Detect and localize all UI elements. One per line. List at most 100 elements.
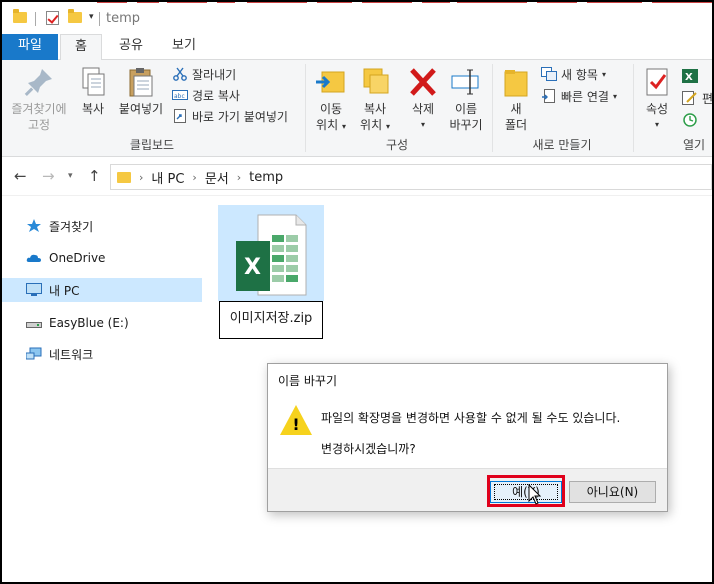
no-button[interactable]: 아니요(N) xyxy=(569,481,656,503)
svg-text:X: X xyxy=(685,72,693,83)
new-item-label: 새 항목 xyxy=(561,67,598,82)
nav-label: 즐겨찾기 xyxy=(49,219,94,234)
file-name-label[interactable]: 이미지저장.zip xyxy=(219,301,323,339)
file-item[interactable]: X 이미지저장.zip xyxy=(218,205,324,339)
back-button[interactable]: ← xyxy=(14,167,27,185)
nav-label: 내 PC xyxy=(49,283,80,298)
chevron-right-icon: › xyxy=(236,170,242,184)
rename-label-2: 바꾸기 xyxy=(449,118,483,132)
scissors-icon xyxy=(172,67,188,81)
folder-icon xyxy=(499,66,533,98)
ribbon: 즐겨찾기에 고정 복사 붙여넣기 잘라내기 abc 경로 복사 바로 가기 붙여… xyxy=(2,60,713,157)
clipboard-group-label: 클립보드 xyxy=(129,138,175,152)
chevron-down-icon: ▾ xyxy=(601,69,606,79)
new-item-icon xyxy=(541,67,557,81)
paste-shortcut-icon xyxy=(172,109,188,123)
divider xyxy=(99,12,100,26)
dialog-footer: 예(Y) 아니요(N) xyxy=(268,468,667,511)
new-folder-button[interactable]: 새 폴더 xyxy=(498,66,534,133)
paste-shortcut-button[interactable]: 바로 가기 붙여넣기 xyxy=(172,106,288,126)
chevron-right-icon: › xyxy=(139,170,144,184)
cut-button[interactable]: 잘라내기 xyxy=(172,64,236,84)
tab-file[interactable]: 파일 xyxy=(2,34,58,60)
dialog-title: 이름 바꾸기 xyxy=(278,374,338,388)
open-excel-icon[interactable]: X xyxy=(682,66,702,86)
nav-label: 네트워크 xyxy=(49,347,94,362)
nav-item-this-pc[interactable]: 내 PC xyxy=(2,278,202,302)
copy-button[interactable]: 복사 xyxy=(76,66,110,117)
paste-shortcut-label: 바로 가기 붙여넣기 xyxy=(192,109,288,124)
cloud-icon xyxy=(26,251,42,265)
forward-button[interactable]: → xyxy=(42,167,55,185)
delete-label: 삭제 xyxy=(411,102,435,116)
paste-button[interactable]: 붙여넣기 xyxy=(114,66,168,117)
customize-quick-access-icon[interactable]: ▾ xyxy=(89,12,94,22)
rename-button[interactable]: 이름 바꾸기 xyxy=(446,66,486,133)
rename-icon xyxy=(449,66,483,98)
edit-button[interactable]: 편 xyxy=(682,88,713,108)
nav-item-drive-e[interactable]: EasyBlue (E:) xyxy=(2,311,202,335)
tab-share[interactable]: 공유 xyxy=(105,34,157,60)
properties-button[interactable]: 속성 ▾ xyxy=(638,66,676,133)
new-item-button[interactable]: 새 항목 ▾ xyxy=(541,64,606,84)
edit-label-partial: 편 xyxy=(702,91,714,106)
recent-locations-chevron-icon[interactable]: ▾ xyxy=(68,171,73,181)
new-folder-label-2: 폴더 xyxy=(504,118,528,132)
move-to-label-2: 위치 ▾ xyxy=(316,118,346,132)
properties-icon xyxy=(640,66,674,98)
easy-access-label: 빠른 연결 xyxy=(561,89,609,104)
copy-to-button[interactable]: 복사 위치 ▾ xyxy=(354,66,396,135)
delete-button[interactable]: 삭제 ▾ xyxy=(404,66,442,133)
copy-icon xyxy=(76,66,110,98)
move-to-button[interactable]: 이동 위치 ▾ xyxy=(310,66,352,135)
copy-path-button[interactable]: abc 경로 복사 xyxy=(172,85,240,105)
no-button-label: 아니요(N) xyxy=(586,485,639,499)
copy-to-label-1: 복사 xyxy=(363,102,387,116)
properties-quick-icon[interactable] xyxy=(46,11,59,25)
svg-text:abc: abc xyxy=(174,93,185,100)
rename-warning-dialog: 이름 바꾸기 ! 파일의 확장명을 변경하면 사용할 수 없게 될 수도 있습니… xyxy=(267,363,668,512)
breadcrumb-this-pc[interactable]: 내 PC xyxy=(151,168,184,187)
drive-icon xyxy=(26,316,42,330)
title-bar: ▾ temp xyxy=(2,1,712,34)
highlight-box xyxy=(487,475,565,507)
computer-icon xyxy=(26,283,42,297)
tab-home[interactable]: 홈 xyxy=(60,34,102,61)
dialog-message-line-1: 파일의 확장명을 변경하면 사용할 수 없게 될 수도 있습니다. xyxy=(321,411,621,425)
chevron-down-icon: ▾ xyxy=(612,91,617,101)
nav-item-onedrive[interactable]: OneDrive xyxy=(2,246,202,270)
pin-to-quick-access-button[interactable]: 즐겨찾기에 고정 xyxy=(8,66,70,133)
copy-path-icon: abc xyxy=(172,88,188,102)
warning-exclamation: ! xyxy=(292,415,300,434)
tab-view[interactable]: 보기 xyxy=(158,34,210,60)
nav-item-quick-access[interactable]: 즐겨찾기 xyxy=(2,214,202,238)
organize-group-label: 구성 xyxy=(385,138,409,152)
ribbon-separator xyxy=(633,64,634,152)
new-folder-quick-icon[interactable] xyxy=(68,9,82,23)
easy-access-button[interactable]: 빠른 연결 ▾ xyxy=(541,86,617,106)
easy-access-icon xyxy=(541,89,557,103)
breadcrumb-temp[interactable]: temp xyxy=(249,170,283,185)
pin-label-2: 고정 xyxy=(27,118,51,132)
breadcrumb-documents[interactable]: 문서 xyxy=(205,168,229,187)
chevron-down-icon: ▾ xyxy=(420,120,425,129)
top-edge-artifact xyxy=(97,1,712,3)
move-to-icon xyxy=(314,66,348,98)
address-bar[interactable]: › 내 PC › 문서 › temp xyxy=(110,164,712,190)
nav-label: EasyBlue (E:) xyxy=(49,316,129,330)
new-folder-label-1: 새 xyxy=(510,102,522,116)
chevron-down-icon: ▾ xyxy=(654,120,659,129)
paste-label: 붙여넣기 xyxy=(118,102,164,116)
pin-label-1: 즐겨찾기에 xyxy=(11,102,67,116)
svg-text:X: X xyxy=(244,255,261,280)
new-group-label: 새로 만들기 xyxy=(532,138,592,152)
ribbon-separator xyxy=(492,64,493,152)
history-button[interactable] xyxy=(682,110,702,130)
nav-item-network[interactable]: 네트워크 xyxy=(2,342,202,366)
edit-icon xyxy=(682,91,698,105)
address-bar-row: ← → ▾ ↑ › 내 PC › 문서 › temp xyxy=(2,158,712,196)
up-button[interactable]: ↑ xyxy=(88,167,101,185)
folder-icon xyxy=(13,9,27,23)
open-group-label: 열기 xyxy=(682,138,706,152)
move-to-label-1: 이동 xyxy=(319,102,343,116)
